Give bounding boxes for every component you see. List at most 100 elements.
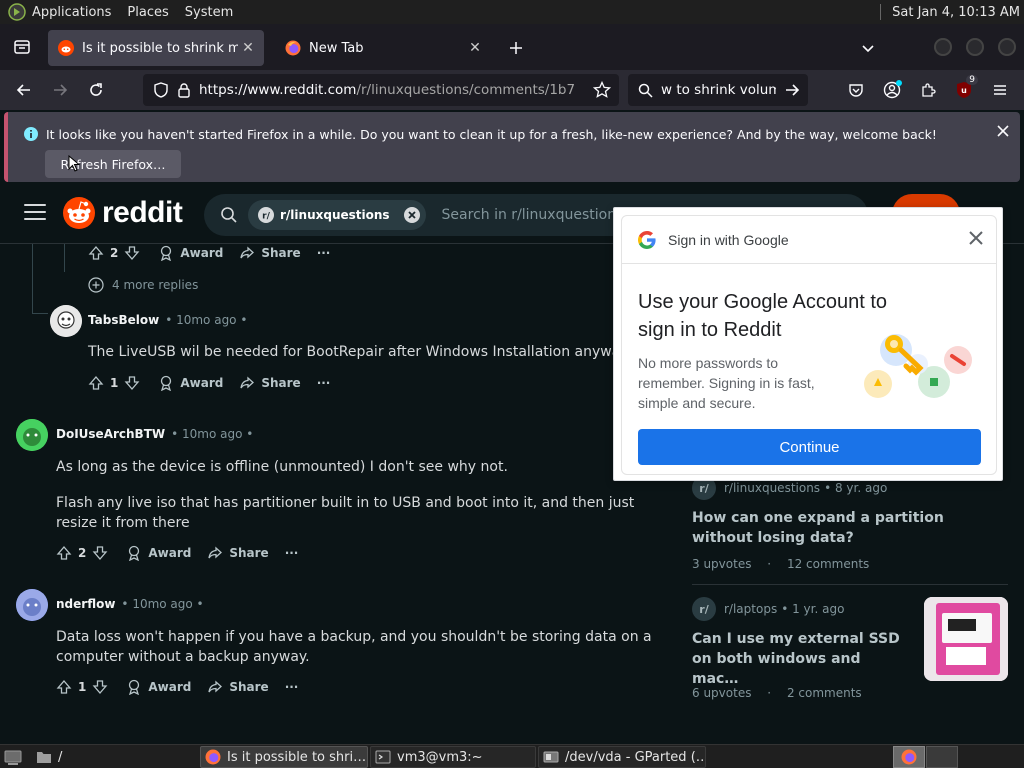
downvote-icon[interactable]: [92, 679, 108, 695]
back-button[interactable]: [8, 74, 40, 106]
menu-system[interactable]: System: [177, 5, 241, 20]
stats-separator: ·: [767, 557, 772, 571]
related-subreddit[interactable]: r/laptops: [724, 602, 777, 616]
minimize-button[interactable]: [934, 38, 952, 56]
continue-button[interactable]: Continue: [638, 429, 981, 465]
info-icon: [24, 127, 38, 141]
username[interactable]: nderflow: [56, 597, 115, 611]
ublock-button[interactable]: u 9: [948, 74, 980, 106]
thread-line: [64, 244, 65, 272]
reload-button[interactable]: [80, 74, 112, 106]
top-panel: Applications Places System Sat Jan 4, 10…: [0, 0, 1024, 24]
close-tab-icon[interactable]: ✕: [465, 38, 485, 58]
more-options-button[interactable]: ···: [285, 546, 299, 560]
plus-icon: [510, 42, 522, 54]
share-button[interactable]: Share: [239, 375, 301, 391]
related-post-title[interactable]: How can one expand a partition without l…: [692, 508, 982, 548]
related-post-title[interactable]: Can I use my external SSD on both window…: [692, 629, 907, 689]
downvote-icon[interactable]: [124, 245, 140, 261]
username[interactable]: TabsBelow: [88, 313, 159, 327]
menu-places[interactable]: Places: [119, 5, 176, 20]
close-icon[interactable]: [966, 228, 986, 248]
app-menu-button[interactable]: [984, 74, 1016, 106]
related-age: • 1 yr. ago: [781, 602, 845, 616]
taskbar-item-label: /: [58, 749, 63, 765]
url-bar[interactable]: https://www.reddit.com/r/linuxquestions/…: [143, 74, 619, 106]
taskbar-item-file-manager[interactable]: /: [32, 746, 196, 768]
share-button[interactable]: Share: [207, 679, 269, 695]
clear-chip-icon[interactable]: [403, 207, 420, 223]
avatar[interactable]: [16, 589, 48, 621]
reddit-menu-icon[interactable]: [24, 204, 46, 225]
subreddit-icon[interactable]: r/: [692, 597, 716, 621]
share-button[interactable]: Share: [239, 245, 301, 261]
account-button[interactable]: [876, 74, 908, 106]
upvote-icon[interactable]: [56, 545, 72, 561]
pocket-button[interactable]: [840, 74, 872, 106]
downvote-icon[interactable]: [92, 545, 108, 561]
award-button[interactable]: Award: [126, 679, 191, 695]
close-tab-icon[interactable]: ✕: [238, 38, 258, 58]
share-label: Share: [229, 546, 269, 560]
extensions-button[interactable]: [912, 74, 944, 106]
clock[interactable]: Sat Jan 4, 10:13 AM: [892, 5, 1024, 20]
show-desktop-icon[interactable]: [4, 748, 22, 766]
list-all-tabs-button[interactable]: [6, 31, 38, 63]
close-window-button[interactable]: [998, 38, 1016, 56]
tab-new-tab[interactable]: New Tab ✕: [275, 30, 491, 66]
shield-icon[interactable]: [153, 82, 169, 98]
more-options-button[interactable]: ···: [285, 680, 299, 694]
related-post-thumbnail[interactable]: [924, 597, 1008, 681]
downvote-icon[interactable]: [124, 375, 140, 391]
upvote-icon[interactable]: [88, 375, 104, 391]
subreddit-search-chip[interactable]: r/ r/linuxquestions: [248, 200, 426, 230]
workspace-2[interactable]: [926, 746, 958, 768]
new-tab-button[interactable]: [500, 32, 532, 64]
award-icon: [129, 679, 140, 695]
ssd-product-image: [924, 597, 1008, 681]
vote-count: 2: [110, 246, 119, 260]
url-text[interactable]: https://www.reddit.com/r/linuxquestions/…: [199, 82, 575, 98]
lock-icon[interactable]: [177, 82, 191, 98]
go-arrow-icon[interactable]: [784, 82, 800, 98]
related-subreddit[interactable]: r/linuxquestions: [724, 481, 820, 495]
related-post-stats: 3 upvotes · 12 comments: [692, 557, 881, 571]
share-button[interactable]: Share: [207, 545, 269, 561]
google-signin-popup: Sign in with Google Use your Google Acco…: [613, 207, 1003, 481]
username[interactable]: DoIUseArchBTW: [56, 427, 165, 441]
folder-icon: [37, 752, 51, 763]
bookmark-star-icon[interactable]: [593, 81, 611, 99]
taskbar-item-terminal[interactable]: vm3@vm3:~: [370, 746, 536, 768]
taskbar-item-gparted[interactable]: /dev/vda - GParted (…: [538, 746, 706, 768]
arrow-right-icon: [54, 84, 68, 96]
search-bar[interactable]: w to shrink volume: [628, 74, 808, 106]
subreddit-chip-label: r/linuxquestions: [280, 208, 390, 222]
snoo-avatar-icon: [16, 419, 48, 451]
applications-icon[interactable]: [8, 3, 26, 21]
more-options-button[interactable]: ···: [317, 376, 331, 390]
more-replies-label: 4 more replies: [112, 278, 199, 292]
reddit-logo[interactable]: reddit: [62, 196, 183, 230]
upvote-icon[interactable]: [56, 679, 72, 695]
award-button[interactable]: Award: [158, 245, 223, 261]
refresh-firefox-button[interactable]: Refresh Firefox…: [45, 150, 181, 178]
reddit-favicon-icon: [58, 40, 74, 56]
award-button[interactable]: Award: [158, 375, 223, 391]
search-query[interactable]: w to shrink volume: [661, 82, 776, 98]
workspace-switcher[interactable]: [893, 746, 925, 768]
more-replies-link[interactable]: 4 more replies: [88, 276, 198, 294]
tab-reddit[interactable]: Is it possible to shrink my external dri…: [48, 30, 264, 66]
forward-button[interactable]: [44, 74, 76, 106]
avatar[interactable]: [50, 305, 82, 337]
maximize-button[interactable]: [966, 38, 984, 56]
more-options-button[interactable]: ···: [317, 246, 331, 260]
comment-author: DoIUseArchBTW • 10mo ago •: [56, 427, 253, 441]
avatar[interactable]: [16, 419, 48, 451]
tab-list-icon: [14, 40, 30, 54]
award-button[interactable]: Award: [126, 545, 191, 561]
upvote-icon[interactable]: [88, 245, 104, 261]
taskbar-item-firefox[interactable]: Is it possible to shri…: [200, 746, 368, 768]
tab-overflow-button[interactable]: [852, 32, 884, 64]
menu-applications[interactable]: Applications: [30, 5, 119, 20]
close-icon[interactable]: [996, 124, 1010, 138]
